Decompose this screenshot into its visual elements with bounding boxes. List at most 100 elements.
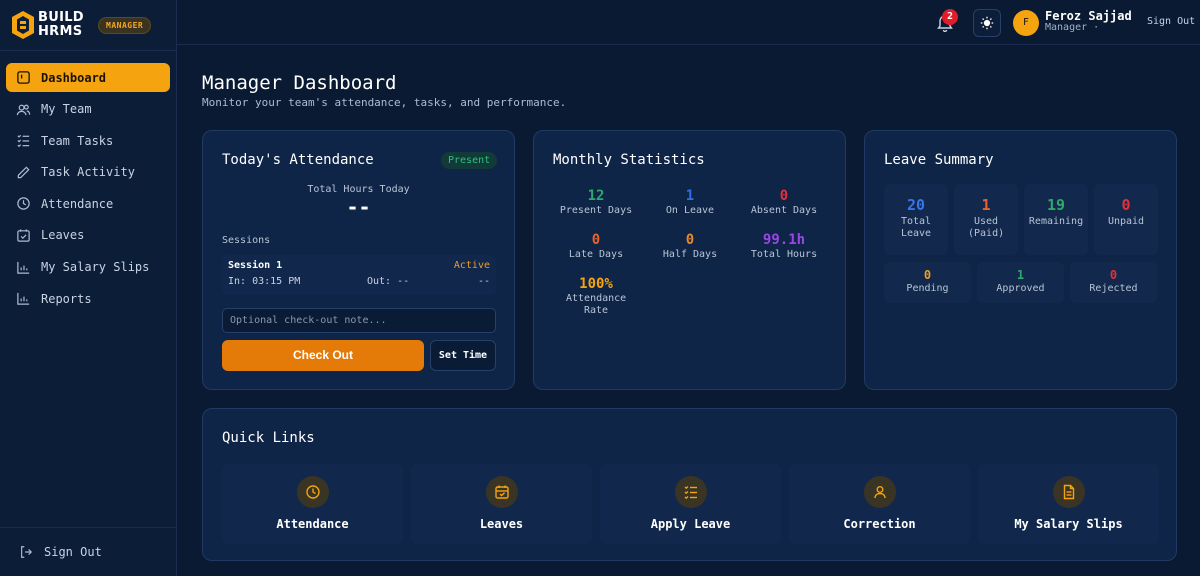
page-title: Manager Dashboard: [202, 72, 397, 94]
avatar[interactable]: F: [1013, 10, 1039, 36]
leave-label: Used (Paid): [968, 216, 1005, 239]
sidebar-item-my-team[interactable]: My Team: [6, 95, 170, 124]
stat-label: Total Hours: [750, 249, 818, 260]
leave-value: 20: [906, 196, 926, 214]
user-name: Feroz Sajjad: [1045, 9, 1132, 23]
quick-link-icon-wrap: [296, 476, 329, 508]
session-name: Session 1: [228, 260, 283, 271]
stat-late-days: 0 Late Days: [548, 231, 644, 261]
checklist-icon: [684, 485, 697, 500]
stat-label: On Leave: [665, 205, 715, 216]
sidebar-item-label: Reports: [41, 291, 92, 306]
session-in-time: In: 03:15 PM: [228, 276, 301, 287]
sidebar-item-label: My Team: [41, 102, 92, 117]
notification-count-badge: 2: [942, 9, 958, 25]
leave-unpaid: 0 Unpaid: [1094, 184, 1158, 255]
sidebar-item-team-tasks[interactable]: Team Tasks: [6, 126, 170, 155]
leave-approved: 1 Approved: [977, 262, 1064, 303]
dashboard-icon: [17, 71, 30, 84]
stat-on-leave: 1 On Leave: [642, 187, 738, 217]
stat-value: 0: [685, 232, 695, 248]
bar-chart-icon: [17, 293, 30, 305]
logout-icon: [21, 546, 33, 558]
calendar-check-icon: [17, 229, 30, 242]
stat-label: Absent Days: [750, 205, 818, 216]
monthly-statistics-card: Monthly Statistics 12 Present Days 1 On …: [533, 130, 846, 390]
logo-icon: [12, 11, 34, 39]
set-time-button[interactable]: Set Time: [430, 340, 496, 371]
status-badge: Present: [441, 152, 498, 169]
quick-link-attendance[interactable]: Attendance: [222, 464, 403, 544]
leave-pending: 0 Pending: [884, 262, 971, 303]
session-out-time: Out: --: [367, 276, 410, 287]
stat-total-hours: 99.1h Total Hours: [736, 231, 832, 261]
quick-link-icon-wrap: [1052, 476, 1085, 508]
total-hours-label: Total Hours Today: [307, 184, 410, 195]
sidebar-item-my-salary-slips[interactable]: My Salary Slips: [6, 253, 170, 282]
sidebar-nav: Dashboard My Team Team Tasks Task Activi…: [6, 63, 170, 316]
quick-link-correction[interactable]: Correction: [789, 464, 970, 544]
sidebar-item-task-activity[interactable]: Task Activity: [6, 158, 170, 187]
checkout-note-input[interactable]: [222, 308, 496, 333]
top-header: 2 F Feroz Sajjad Manager · Sign Out: [177, 0, 1200, 45]
leave-summary-card: Leave Summary 20 Total Leave 1 Used (Pai…: [864, 130, 1177, 390]
checklist-icon: [17, 135, 30, 148]
stat-attendance-rate: 100% Attendance Rate: [548, 275, 644, 317]
quick-links-title: Quick Links: [222, 430, 315, 446]
leave-label: Remaining: [1028, 216, 1084, 227]
sign-out-label: Sign Out: [44, 545, 102, 559]
leave-remaining: 19 Remaining: [1024, 184, 1088, 255]
stat-value: 12: [587, 188, 605, 204]
header-sign-out-button[interactable]: Sign Out: [1147, 16, 1195, 27]
sidebar-item-leaves[interactable]: Leaves: [6, 221, 170, 250]
stat-absent-days: 0 Absent Days: [736, 187, 832, 217]
brand: BUILD HRMS MANAGER: [0, 0, 176, 51]
pencil-icon: [17, 166, 30, 179]
leave-label: Total Leave: [900, 216, 932, 239]
stat-label: Late Days: [568, 249, 624, 260]
page-subtitle: Monitor your team's attendance, tasks, a…: [202, 96, 567, 109]
stat-label: Present Days: [559, 205, 633, 216]
quick-link-label: Apply Leave: [650, 517, 731, 531]
quick-link-label: My Salary Slips: [1014, 517, 1123, 531]
quick-links-card: Quick Links Attendance Leaves Apply Leav…: [202, 408, 1177, 561]
quick-link-icon-wrap: [863, 476, 896, 508]
calendar-icon: [494, 485, 509, 499]
sidebar-item-label: Leaves: [41, 228, 85, 243]
sidebar-item-attendance[interactable]: Attendance: [6, 189, 170, 218]
brand-name: BUILD HRMS: [38, 10, 84, 39]
quick-link-leaves[interactable]: Leaves: [411, 464, 592, 544]
quick-link-my-salary-slips[interactable]: My Salary Slips: [978, 464, 1159, 544]
leave-value: 0: [1109, 268, 1118, 282]
quick-link-icon-wrap: [485, 476, 518, 508]
users-icon: [16, 104, 31, 115]
leave-value: 1: [981, 196, 991, 214]
stat-value: 99.1h: [762, 232, 806, 248]
leave-value: 19: [1046, 196, 1066, 214]
quick-link-label: Leaves: [479, 517, 524, 531]
leave-label: Pending: [906, 283, 949, 294]
sidebar-item-reports[interactable]: Reports: [6, 284, 170, 313]
check-out-button[interactable]: Check Out: [222, 340, 424, 371]
clock-icon: [17, 197, 30, 211]
leave-total: 20 Total Leave: [884, 184, 948, 255]
document-icon: [1063, 484, 1074, 500]
theme-toggle-button[interactable]: [973, 9, 1001, 37]
sidebar-item-label: Task Activity: [41, 165, 135, 180]
stat-half-days: 0 Half Days: [642, 231, 738, 261]
stat-value: 100%: [579, 276, 613, 292]
leave-value: 1: [1016, 268, 1025, 282]
leave-rejected: 0 Rejected: [1070, 262, 1157, 303]
sidebar-item-dashboard[interactable]: Dashboard: [6, 63, 170, 92]
sidebar-item-label: Dashboard: [41, 70, 107, 85]
stat-value: 0: [591, 232, 601, 248]
leave-label: Approved: [996, 283, 1045, 294]
user-icon: [873, 486, 886, 499]
leave-value: 0: [1121, 196, 1131, 214]
leave-value: 0: [923, 268, 932, 282]
sidebar-sign-out-button[interactable]: Sign Out: [19, 545, 102, 559]
leave-title: Leave Summary: [884, 152, 994, 168]
stat-present-days: 12 Present Days: [548, 187, 644, 217]
leave-label: Unpaid: [1107, 216, 1145, 227]
quick-link-apply-leave[interactable]: Apply Leave: [600, 464, 781, 544]
